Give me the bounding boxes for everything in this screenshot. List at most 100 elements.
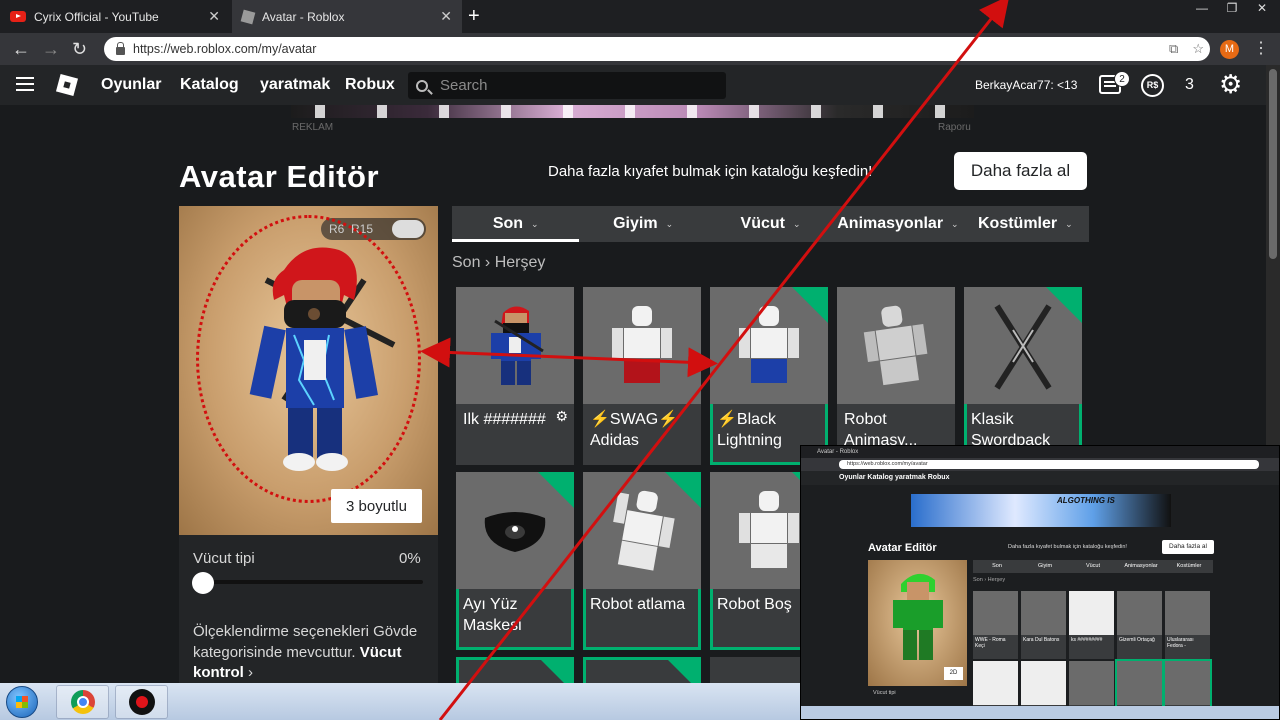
inset-tab-label: Kostümler	[1176, 563, 1202, 569]
bear-mask-icon	[484, 511, 546, 552]
minimize-icon[interactable]: —	[1187, 0, 1217, 18]
translate-icon[interactable]: ⧉	[1169, 41, 1178, 57]
record-icon	[128, 689, 155, 715]
messages-badge: 2	[1114, 71, 1130, 87]
inset-item-card	[1069, 661, 1114, 709]
tab-vucut[interactable]: Vücut ⌄	[707, 206, 834, 242]
nav-yaratmak[interactable]: yaratmak	[260, 76, 330, 94]
inset-item-card: Kara Dul Batons	[1021, 591, 1066, 659]
chevron-down-icon: ⌄	[951, 218, 959, 229]
discover-catalog-text: Daha fazla kıyafet bulmak için kataloğu …	[548, 163, 873, 180]
robot-thumbnail	[837, 287, 955, 404]
inset-item-card	[1021, 661, 1066, 709]
item-card[interactable]: ⚡Black Lightning	[710, 287, 828, 465]
item-card[interactable]: Robot Animasy...	[837, 287, 955, 465]
chevron-down-icon: ⌄	[1065, 218, 1073, 229]
tab-label: Son	[492, 215, 524, 232]
roblox-icon	[240, 9, 256, 24]
settings-gear-icon[interactable]: ⚙	[1219, 70, 1242, 98]
start-button-icon[interactable]	[6, 686, 38, 718]
lock-icon	[116, 41, 125, 55]
inset-item-card	[1163, 659, 1212, 711]
equipped-badge	[1046, 287, 1082, 323]
search-icon	[416, 79, 428, 92]
inset-tab-label: Animasyonlar	[1124, 563, 1158, 569]
inset-item-name: WWE - Roma Keçi	[975, 637, 1006, 649]
inset-discover: Daha fazla kıyafet bulmak için kataloğu …	[1008, 544, 1127, 550]
search-input[interactable]	[440, 77, 710, 94]
get-more-button[interactable]: Daha fazla al	[954, 152, 1087, 190]
annotation-ellipse	[196, 215, 421, 503]
profile-avatar[interactable]: M	[1220, 40, 1239, 59]
item-card[interactable]: Ilk ####### ⚙	[456, 287, 574, 465]
url-bar[interactable]: https://web.roblox.com/my/avatar ⧉ ☆	[104, 37, 1210, 61]
inset-item-name: Gizemli Ortaçağ	[1119, 637, 1155, 643]
forward-icon[interactable]: →	[42, 39, 60, 60]
back-icon[interactable]: ←	[12, 39, 30, 60]
inset-title: Avatar Editör	[868, 542, 937, 554]
item-name: ⚡SWAG⚡ Adidas	[590, 411, 679, 449]
close-tab-icon[interactable]: ✕	[440, 8, 452, 25]
toggle-knob[interactable]	[392, 220, 424, 238]
chrome-icon	[70, 690, 95, 714]
breadcrumb: Son › Herşey	[452, 254, 545, 272]
inset-tab: Avatar - Roblox	[801, 446, 1279, 458]
close-window-icon[interactable]: ✕	[1247, 0, 1277, 18]
scrollbar-thumb[interactable]	[1269, 69, 1277, 259]
outfit-preview	[491, 305, 544, 385]
body-type-slider-track[interactable]	[203, 580, 423, 584]
browser-tab-youtube[interactable]: Cyrix Official - YouTube ✕	[0, 0, 230, 33]
tab-kostumler[interactable]: Kostümler ⌄	[962, 206, 1089, 242]
tab-animasyonlar[interactable]: Animasyonlar ⌄	[834, 206, 961, 242]
equipped-badge	[792, 287, 828, 323]
new-tab-icon[interactable]: +	[468, 5, 480, 28]
body-type-slider-handle[interactable]	[192, 572, 214, 594]
username-label[interactable]: BerkayAcar77: <13	[975, 78, 1077, 92]
item-name: Ilk #######	[463, 411, 546, 428]
roblox-header: Oyunlar Katalog yaratmak Robux BerkayAca…	[0, 65, 1280, 105]
item-card[interactable]: Klasik Swordpack	[964, 287, 1082, 465]
inset-get-more: Daha fazla al	[1162, 540, 1214, 554]
inset-screenshot: Avatar - Roblox https://web.roblox.com/m…	[800, 445, 1280, 720]
inset-nav: Oyunlar Katalog yaratmak Robux	[801, 471, 1279, 485]
inset-breadcrumb: Son › Herşey	[973, 577, 1006, 583]
ad-report-link[interactable]: Raporu	[938, 122, 971, 133]
nav-robux[interactable]: Robux	[345, 76, 395, 94]
ad-banner[interactable]	[291, 105, 974, 118]
nav-katalog[interactable]: Katalog	[180, 76, 239, 94]
item-card[interactable]: Robot atlama	[583, 472, 701, 650]
tab-label: Vücut	[740, 215, 785, 232]
breadcrumb-parent[interactable]: Son	[452, 254, 480, 271]
nav-oyunlar[interactable]: Oyunlar	[101, 76, 161, 94]
close-tab-icon[interactable]: ✕	[208, 8, 220, 25]
menu-kebab-icon[interactable]: ⋮	[1253, 38, 1269, 58]
roblox-logo-icon[interactable]	[55, 73, 79, 97]
tab-son[interactable]: Son ⌄	[452, 206, 580, 242]
outfit-thumbnail	[456, 287, 574, 404]
hamburger-menu-icon[interactable]	[16, 77, 34, 91]
reload-icon[interactable]: ↻	[72, 39, 87, 60]
inset-tab-label: Vücut	[1085, 563, 1101, 569]
address-bar-row: ← → ↻ https://web.roblox.com/my/avatar ⧉…	[0, 33, 1280, 65]
item-card[interactable]: ⚡SWAG⚡ Adidas	[583, 287, 701, 465]
item-settings-icon[interactable]: ⚙	[555, 408, 568, 425]
tab-giyim[interactable]: Giyim ⌄	[579, 206, 706, 242]
category-tabs: Son ⌄ Giyim ⌄ Vücut ⌄ Animasyonlar ⌄ Kostüml…	[452, 206, 1089, 242]
maximize-icon[interactable]: ❐	[1217, 0, 1247, 18]
item-name: Ayı Yüz Maskesi	[463, 596, 522, 634]
taskbar-recorder[interactable]	[115, 685, 168, 719]
inset-item-card: Uluslararası Fedora -	[1165, 591, 1210, 659]
bookmark-star-icon[interactable]: ☆	[1192, 41, 1204, 57]
tab-label: Giyim	[613, 215, 658, 232]
taskbar-chrome[interactable]	[56, 685, 109, 719]
chevron-down-icon: ⌄	[531, 218, 539, 229]
page-scrollbar[interactable]	[1266, 65, 1280, 445]
tab-label: Animasyonlar	[837, 215, 944, 232]
browser-tab-roblox[interactable]: Avatar - Roblox ✕	[232, 0, 462, 33]
inset-item-card: Gizemli Ortaçağ	[1117, 591, 1162, 659]
view-3d-button[interactable]: 3 boyutlu	[331, 489, 422, 523]
robux-icon[interactable]: R$	[1141, 74, 1164, 97]
inset-banner-text: ALGOTHING IS	[1057, 496, 1115, 505]
item-card[interactable]: Ayı Yüz Maskesi	[456, 472, 574, 650]
item-name: Robot atlama	[590, 596, 686, 613]
